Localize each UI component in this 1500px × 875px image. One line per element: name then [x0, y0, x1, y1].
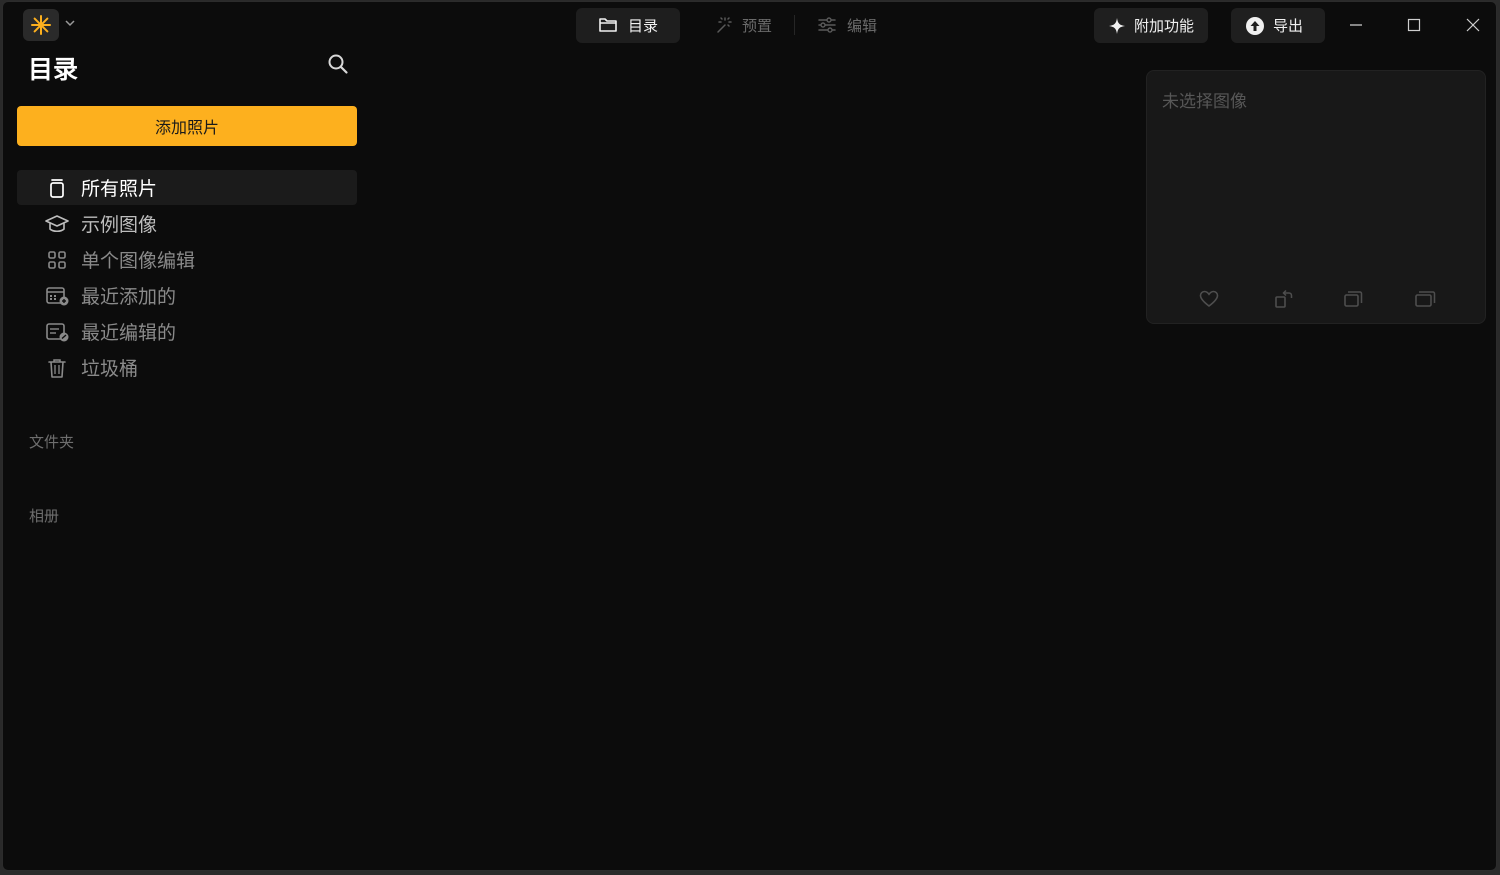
grid-icon	[45, 248, 69, 272]
info-actions	[1147, 287, 1485, 313]
tab-edit-label: 编辑	[847, 16, 878, 35]
close-button[interactable]	[1459, 11, 1487, 39]
tab-presets[interactable]: 预置	[690, 8, 794, 43]
tab-presets-label: 预置	[742, 16, 773, 35]
tab-catalog-label: 目录	[628, 16, 659, 35]
sidebar-item-sample-images[interactable]: 示例图像	[17, 206, 357, 241]
sidebar-item-all-photos[interactable]: 所有照片	[17, 170, 357, 205]
favorite-button[interactable]	[1197, 287, 1221, 311]
tab-edit[interactable]: 编辑	[795, 8, 899, 43]
close-icon	[1466, 18, 1480, 32]
folders-section-label[interactable]: 文件夹	[29, 431, 74, 452]
mode-tabs: 目录 预置 编辑	[576, 7, 899, 43]
sidebar-title: 目录	[28, 55, 79, 84]
sidebar-item-label: 单个图像编辑	[81, 250, 196, 272]
recently-edited-icon	[45, 320, 69, 344]
rotate-button[interactable]	[1272, 287, 1296, 311]
export-button[interactable]: 导出	[1231, 8, 1325, 43]
sidebar-item-trash[interactable]: 垃圾桶	[17, 350, 357, 385]
addons-label: 附加功能	[1134, 17, 1195, 35]
app-window: 目录 预置 编辑 附加功能 导出 目录 添加照片 所有照片 示例图像 单个图像编…	[2, 1, 1497, 871]
image-info-panel: 未选择图像	[1146, 70, 1486, 324]
sidebar-nav: 所有照片 示例图像 单个图像编辑 最近添加的 最近编辑的 垃圾桶	[17, 170, 357, 386]
heart-icon	[1199, 290, 1219, 308]
minimize-button[interactable]	[1342, 11, 1370, 39]
folder-icon	[599, 18, 617, 32]
paste-icon	[1415, 291, 1436, 307]
rotate-icon	[1275, 289, 1293, 308]
tab-catalog[interactable]: 目录	[576, 7, 681, 43]
minimize-icon	[1350, 24, 1362, 26]
chevron-down-icon[interactable]	[63, 16, 77, 30]
sidebar-item-label: 最近添加的	[81, 286, 177, 308]
sidebar-item-recently-edited[interactable]: 最近编辑的	[17, 314, 357, 349]
maximize-icon	[1407, 18, 1421, 32]
sidebar-item-recently-added[interactable]: 最近添加的	[17, 278, 357, 313]
sidebar-item-single-edits[interactable]: 单个图像编辑	[17, 242, 357, 277]
albums-section-label[interactable]: 相册	[29, 505, 59, 526]
app-logo-icon	[31, 15, 51, 35]
app-menu-button[interactable]	[23, 9, 59, 41]
copy-icon	[1344, 291, 1363, 307]
trash-icon	[45, 356, 69, 380]
paste-settings-button[interactable]	[1413, 287, 1437, 311]
maximize-button[interactable]	[1400, 11, 1428, 39]
upload-circle-icon	[1246, 16, 1264, 35]
recently-added-icon	[45, 284, 69, 308]
sidebar-item-label: 垃圾桶	[81, 358, 139, 380]
sidebar-item-label: 最近编辑的	[81, 322, 177, 344]
photos-stack-icon	[45, 176, 69, 200]
graduation-cap-icon	[45, 212, 69, 236]
export-label: 导出	[1273, 17, 1304, 35]
search-icon[interactable]	[327, 53, 349, 75]
copy-settings-button[interactable]	[1341, 287, 1365, 311]
sliders-icon	[818, 17, 836, 33]
sidebar-item-label: 所有照片	[81, 178, 158, 200]
sidebar-item-label: 示例图像	[81, 214, 158, 236]
add-photos-label: 添加照片	[154, 118, 219, 137]
addons-button[interactable]: 附加功能	[1094, 8, 1209, 43]
magic-wand-icon	[717, 17, 732, 33]
no-selection-text: 未选择图像	[1162, 92, 1247, 112]
sparkle-icon	[1109, 17, 1125, 34]
add-photos-button[interactable]: 添加照片	[17, 106, 357, 146]
